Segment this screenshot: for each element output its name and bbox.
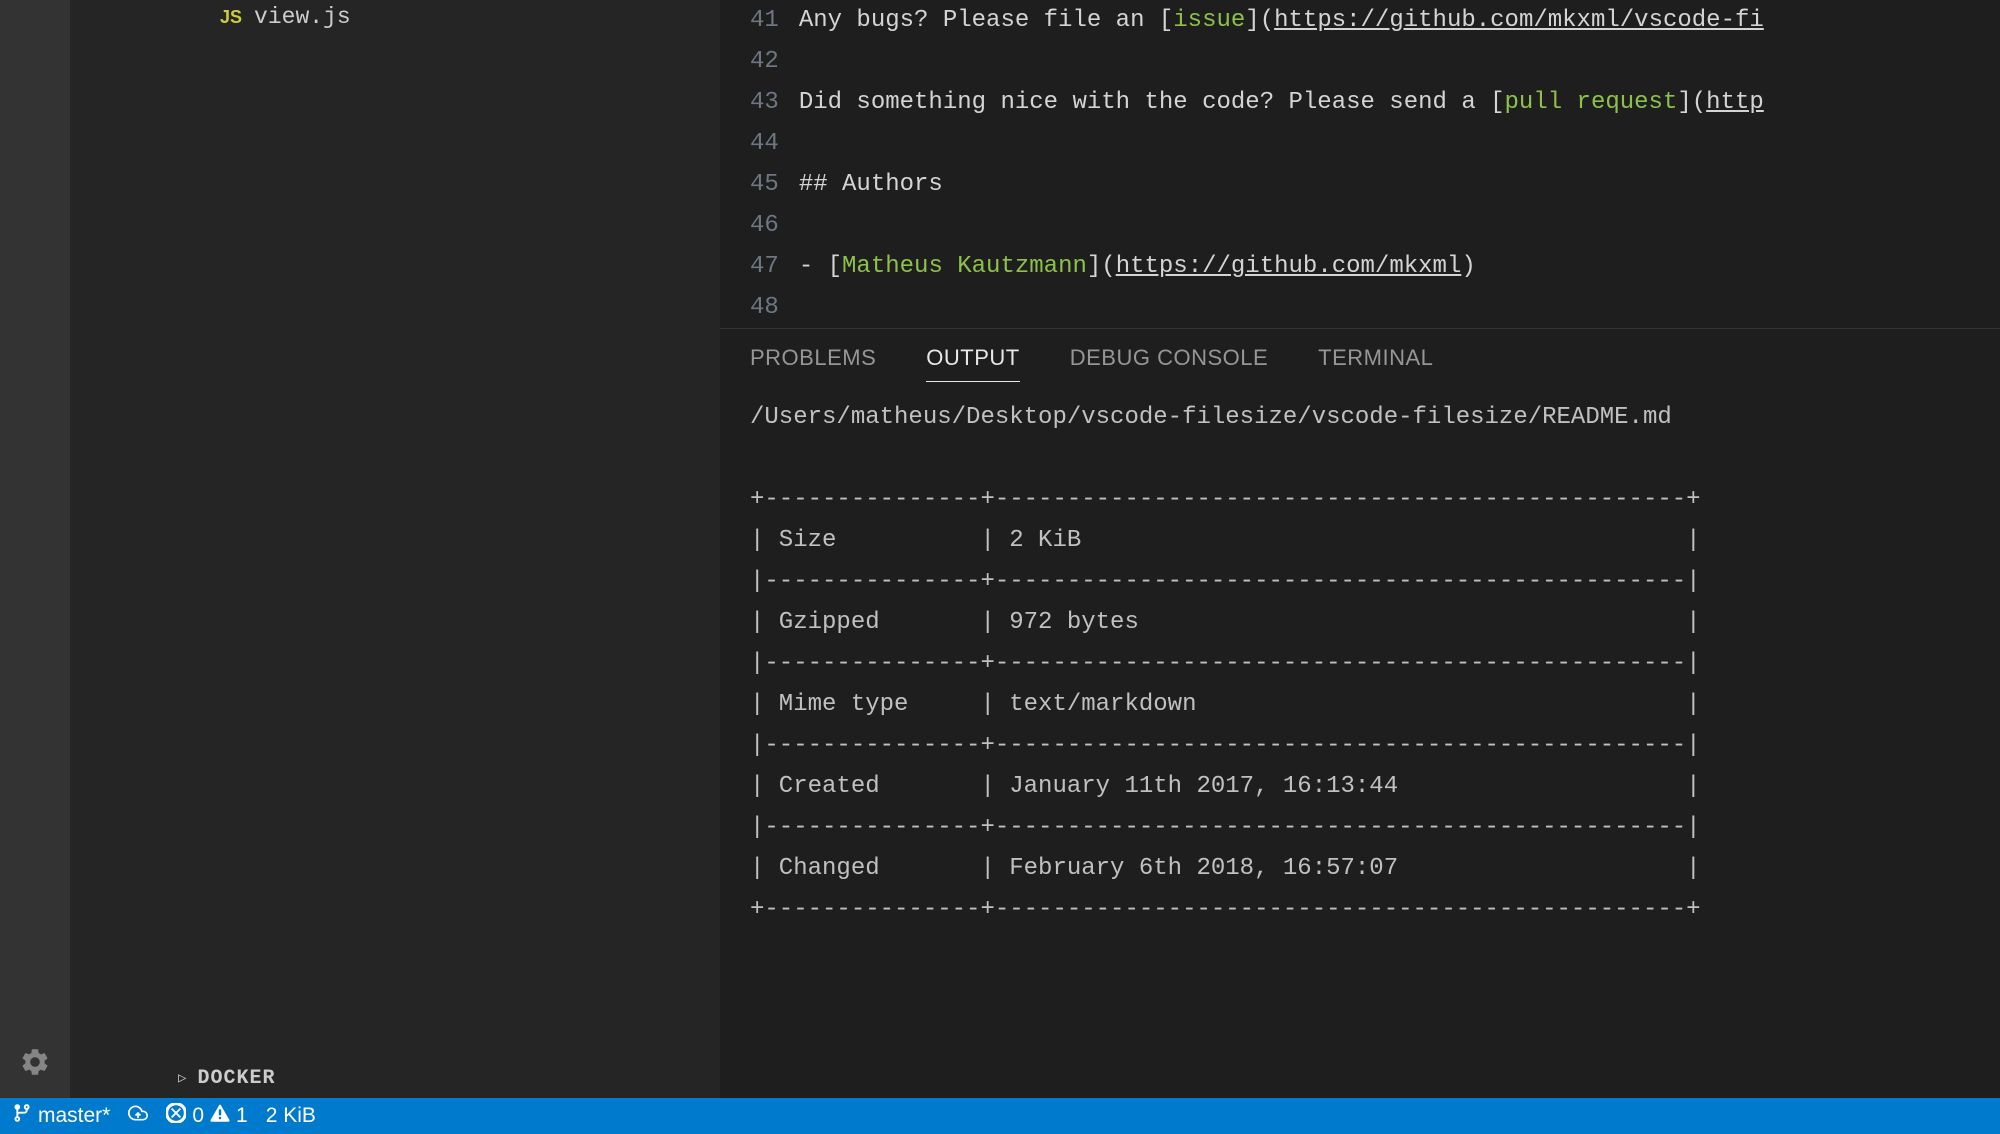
bottom-panel: PROBLEMS OUTPUT DEBUG CONSOLE TERMINAL /Use… [720,328,2000,1098]
code-line[interactable]: - [Matheus Kautzmann](https://github.com… [799,246,2000,287]
editor-area: 4142434445464748 Any bugs? Please file a… [720,0,2000,1098]
git-branch-icon [12,1103,32,1129]
cloud-sync-icon [128,1103,148,1129]
docker-label: DOCKER [197,1067,275,1090]
line-number: 46 [750,205,779,246]
line-number: 48 [750,287,779,328]
docker-section-header[interactable]: ▷ DOCKER [70,1059,720,1098]
output-panel-content[interactable]: /Users/matheus/Desktop/vscode-filesize/v… [720,382,2000,945]
code-editor[interactable]: 4142434445464748 Any bugs? Please file a… [720,0,2000,328]
line-number: 41 [750,0,779,41]
warning-icon [210,1103,230,1129]
chevron-right-icon: ▷ [178,1070,187,1087]
branch-name: master* [38,1104,110,1128]
line-numbers-gutter: 4142434445464748 [720,0,799,328]
file-tree: JS view.js [70,0,720,1059]
warning-count: 1 [236,1104,248,1128]
code-line[interactable] [799,205,2000,246]
git-branch-status[interactable]: master* [12,1103,110,1129]
line-number: 44 [750,123,779,164]
file-item-viewjs[interactable]: JS view.js [70,0,720,34]
code-line[interactable]: ## Authors [799,164,2000,205]
panel-tabs: PROBLEMS OUTPUT DEBUG CONSOLE TERMINAL [720,329,2000,382]
js-file-icon: JS [220,7,242,28]
code-line[interactable] [799,123,2000,164]
code-line[interactable]: Did something nice with the code? Please… [799,82,2000,123]
code-content[interactable]: Any bugs? Please file an [issue](https:/… [799,0,2000,328]
filesize-status[interactable]: 2 KiB [266,1104,316,1128]
line-number: 42 [750,41,779,82]
line-number: 43 [750,82,779,123]
file-name: view.js [254,4,351,30]
gear-icon[interactable] [19,1046,51,1078]
panel-tab-problems[interactable]: PROBLEMS [750,341,876,382]
git-sync-status[interactable] [128,1103,148,1129]
filesize-value: 2 KiB [266,1104,316,1128]
panel-tab-terminal[interactable]: TERMINAL [1318,341,1433,382]
line-number: 45 [750,164,779,205]
main-area: JS view.js ▷ DOCKER 4142434445464748 Any… [0,0,2000,1098]
panel-tab-output[interactable]: OUTPUT [926,341,1019,382]
error-icon [166,1103,186,1129]
code-line[interactable] [799,41,2000,82]
status-bar: master* 0 1 2 KiB [0,1098,2000,1134]
activity-bar [0,0,70,1098]
code-line[interactable]: Any bugs? Please file an [issue](https:/… [799,0,2000,41]
line-number: 47 [750,246,779,287]
sidebar: JS view.js ▷ DOCKER [70,0,720,1098]
error-count: 0 [192,1104,204,1128]
problems-status[interactable]: 0 1 [166,1103,247,1129]
code-line[interactable] [799,287,2000,328]
panel-tab-debug-console[interactable]: DEBUG CONSOLE [1070,341,1268,382]
